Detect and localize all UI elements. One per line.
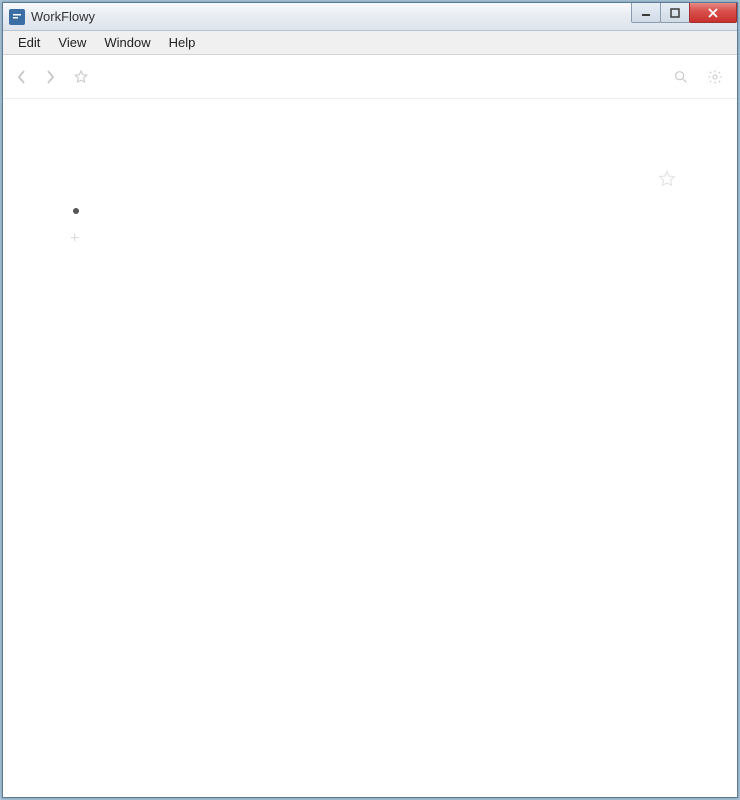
app-icon (9, 9, 25, 25)
bullet-text[interactable] (89, 203, 677, 219)
menu-edit[interactable]: Edit (9, 33, 49, 52)
outline: + (63, 199, 677, 251)
maximize-button[interactable] (660, 3, 690, 23)
search-icon[interactable] (673, 69, 689, 85)
bullet-dot-icon[interactable] (73, 208, 79, 214)
app-window: WorkFlowy Edit View Window Help (2, 2, 738, 798)
plus-icon[interactable]: + (70, 231, 79, 247)
titlebar[interactable]: WorkFlowy (3, 3, 737, 31)
menubar: Edit View Window Help (3, 31, 737, 55)
add-item-row[interactable]: + (63, 227, 677, 251)
window-controls (632, 3, 737, 23)
background-blur (163, 7, 423, 27)
menu-window[interactable]: Window (95, 33, 159, 52)
forward-icon[interactable] (45, 70, 55, 84)
menu-help[interactable]: Help (160, 33, 205, 52)
content-area: + (3, 99, 737, 797)
menu-view[interactable]: View (49, 33, 95, 52)
gear-icon[interactable] (707, 69, 723, 85)
toolbar (3, 55, 737, 99)
star-icon[interactable] (73, 69, 89, 85)
close-button[interactable] (689, 3, 737, 23)
page-star-icon[interactable] (657, 169, 677, 194)
window-title: WorkFlowy (31, 9, 95, 24)
bullet-row[interactable] (63, 199, 677, 223)
minimize-button[interactable] (631, 3, 661, 23)
back-icon[interactable] (17, 70, 27, 84)
